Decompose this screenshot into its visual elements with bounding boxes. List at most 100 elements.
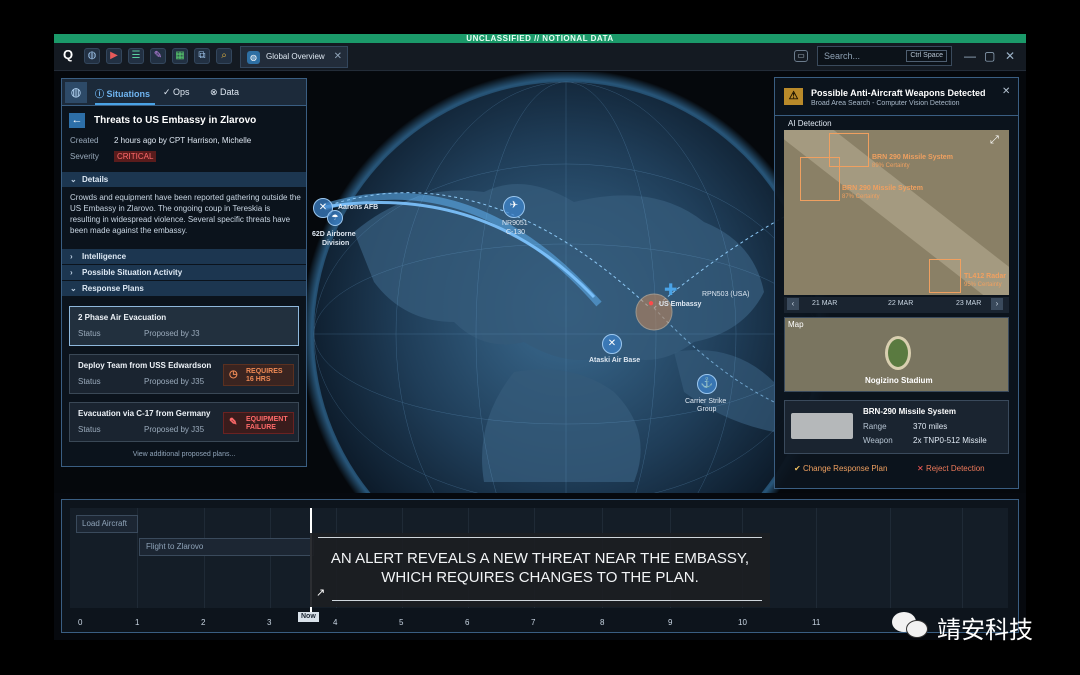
tick-label: 5 bbox=[399, 618, 404, 627]
aircraft-icon[interactable]: ✈ bbox=[503, 196, 525, 218]
chevron-right-icon: › bbox=[70, 252, 73, 261]
view-more-link[interactable]: View additional proposed plans... bbox=[62, 451, 306, 458]
satellite-icon[interactable]: ✚ bbox=[664, 280, 677, 300]
detection-title: Possible Anti-Aircraft Weapons Detected bbox=[811, 88, 986, 98]
expand-icon[interactable]: ⤢ bbox=[990, 134, 999, 147]
satellite-image[interactable]: BRN 290 Missile System 89% Certainty BRN… bbox=[784, 130, 1009, 295]
gridline bbox=[962, 508, 963, 608]
embassy-pin-icon[interactable]: ● bbox=[648, 298, 654, 309]
detection-certainty: 89% Certainty bbox=[872, 163, 910, 169]
details-header[interactable]: ⌄ Details bbox=[62, 172, 306, 187]
plan-status: Proposed by J3 bbox=[144, 329, 200, 338]
detection-name: BRN 290 Missile System bbox=[842, 185, 923, 192]
intelligence-header[interactable]: › Intelligence bbox=[62, 249, 306, 264]
plan-status-label: Status bbox=[78, 425, 101, 434]
chevron-left-icon[interactable]: ‹ bbox=[787, 298, 799, 310]
table-icon[interactable]: ▦ bbox=[172, 48, 188, 64]
inbox-icon[interactable]: ▭ bbox=[794, 50, 808, 62]
map-thumbnail[interactable]: Map Nogizino Stadium bbox=[784, 317, 1009, 392]
situation-title: Threats to US Embassy in Zlarovo bbox=[94, 115, 257, 126]
minimize-icon[interactable]: — bbox=[964, 49, 976, 63]
date-label: 22 MAR bbox=[888, 300, 914, 307]
detection-name: BRN 290 Missile System bbox=[872, 154, 953, 161]
date-scrubber[interactable]: ‹ 21 MAR 22 MAR 23 MAR › bbox=[784, 297, 1009, 313]
detection-subtitle: Broad Area Search - Computer Vision Dete… bbox=[811, 100, 960, 107]
system-card[interactable]: BRN-290 Missile System Range 370 miles W… bbox=[784, 400, 1009, 454]
plan-card[interactable]: 2 Phase Air Evacuation Status Proposed b… bbox=[69, 306, 299, 346]
reject-detection-button[interactable]: ✕ Reject Detection bbox=[917, 464, 985, 473]
close-tab-icon[interactable]: ✕ bbox=[334, 47, 342, 67]
maximize-icon[interactable]: ▢ bbox=[984, 49, 995, 63]
task-bar[interactable]: Load Aircraft bbox=[76, 515, 138, 533]
network-icon[interactable]: ⧉ bbox=[194, 48, 210, 64]
plan-status: Proposed by J35 bbox=[144, 377, 205, 386]
weapon-label: Weapon bbox=[863, 436, 893, 445]
app-logo-icon[interactable]: Q bbox=[60, 48, 76, 64]
detection-name: TL412 Radar bbox=[964, 273, 1007, 280]
detection-box[interactable] bbox=[929, 259, 961, 293]
back-arrow-icon[interactable]: ← bbox=[69, 113, 85, 128]
chevron-down-icon: ⌄ bbox=[70, 175, 77, 184]
carrier-label-2: Group bbox=[697, 406, 717, 413]
detection-certainty: 95% Certainty bbox=[964, 282, 1002, 288]
date-label: 23 MAR bbox=[956, 300, 982, 307]
tick-label: 10 bbox=[738, 618, 747, 627]
detection-box[interactable] bbox=[800, 157, 840, 201]
task-bar[interactable]: Flight to Zlarovo bbox=[139, 538, 314, 556]
plan-status-label: Status bbox=[78, 329, 101, 338]
search-map-icon[interactable]: ⌕ bbox=[216, 48, 232, 64]
aarons-afb-label: Aarons AFB bbox=[338, 204, 379, 211]
watermark-text: 靖安科技 bbox=[937, 616, 1033, 644]
parachute-icon[interactable]: ☂ bbox=[327, 210, 343, 226]
ataski-label: Ataski Air Base bbox=[589, 357, 641, 364]
created-label: Created bbox=[70, 136, 99, 145]
plan-status: Proposed by J35 bbox=[144, 425, 205, 434]
tab-data[interactable]: ⊗ Data bbox=[210, 87, 239, 98]
carrier-icon[interactable]: ⚓ bbox=[697, 374, 717, 394]
tab-global-overview[interactable]: ◍ Global Overview ✕ bbox=[240, 46, 348, 68]
plan-name: Evacuation via C-17 from Germany bbox=[78, 409, 211, 418]
globe-icon[interactable]: ◍ bbox=[84, 48, 100, 64]
situation-activity-header[interactable]: › Possible Situation Activity bbox=[62, 265, 306, 280]
plan-warning-badge: ✎ EQUIPMENT FAILURE bbox=[223, 412, 294, 434]
details-label: Details bbox=[82, 175, 109, 184]
globe-tab-icon: ◍ bbox=[247, 51, 260, 64]
badge-line-2: 16 HRS bbox=[246, 376, 271, 383]
chevron-right-icon[interactable]: › bbox=[991, 298, 1003, 310]
tick-label: 4 bbox=[333, 618, 338, 627]
now-label: Now bbox=[298, 612, 319, 622]
map-view[interactable]: ✕ Aarons AFB ☂ 62D Airborne Division ✈ N… bbox=[54, 72, 1026, 493]
list-icon[interactable]: ☰ bbox=[128, 48, 144, 64]
pen-icon[interactable]: ✎ bbox=[150, 48, 166, 64]
situation-activity-label: Possible Situation Activity bbox=[82, 268, 183, 277]
plan-warning-badge: ◷ REQUIRES 16 HRS bbox=[223, 364, 294, 386]
plan-card[interactable]: Evacuation via C-17 from Germany Status … bbox=[69, 402, 299, 442]
detection-certainty: 87% Certainty bbox=[842, 194, 880, 200]
tab-ops[interactable]: ✓ Ops bbox=[163, 87, 190, 98]
airborne-label-2: Division bbox=[322, 240, 350, 247]
stadium-label: Nogizino Stadium bbox=[865, 376, 933, 385]
tab-situations[interactable]: ⓘ Situations bbox=[95, 87, 150, 100]
plan-card[interactable]: Deploy Team from USS Edwardson Status Pr… bbox=[69, 354, 299, 394]
ataski-marker[interactable]: ✕ bbox=[602, 334, 622, 354]
badge-line-1: REQUIRES bbox=[246, 368, 283, 375]
change-plan-button[interactable]: ✔ Change Response Plan bbox=[794, 464, 887, 473]
gridline bbox=[890, 508, 891, 608]
tick-label: 9 bbox=[668, 618, 673, 627]
gridline bbox=[816, 508, 817, 608]
tick-label: 3 bbox=[267, 618, 272, 627]
airborne-label-1: 62D Airborne bbox=[312, 231, 356, 238]
tick-label: 11 bbox=[812, 618, 821, 627]
close-window-icon[interactable]: ✕ bbox=[1005, 49, 1015, 63]
intelligence-label: Intelligence bbox=[82, 252, 127, 261]
app-toolbar: Q ◍ ▶ ☰ ✎ ▦ ⧉ ⌕ ◍ Global Overview ✕ ▭ Se… bbox=[54, 43, 1026, 71]
arrow-icon: ↗ bbox=[316, 587, 326, 599]
embassy-label: US Embassy bbox=[659, 301, 702, 308]
video-icon[interactable]: ▶ bbox=[106, 48, 122, 64]
close-icon[interactable]: ✕ bbox=[1002, 86, 1010, 97]
date-label: 21 MAR bbox=[812, 300, 838, 307]
search-input[interactable]: Search... Ctrl Space bbox=[817, 46, 952, 66]
badge-line-2: FAILURE bbox=[246, 424, 276, 431]
response-plans-header[interactable]: ⌄ Response Plans bbox=[62, 281, 306, 296]
globe-icon[interactable]: ◍ bbox=[65, 82, 87, 103]
